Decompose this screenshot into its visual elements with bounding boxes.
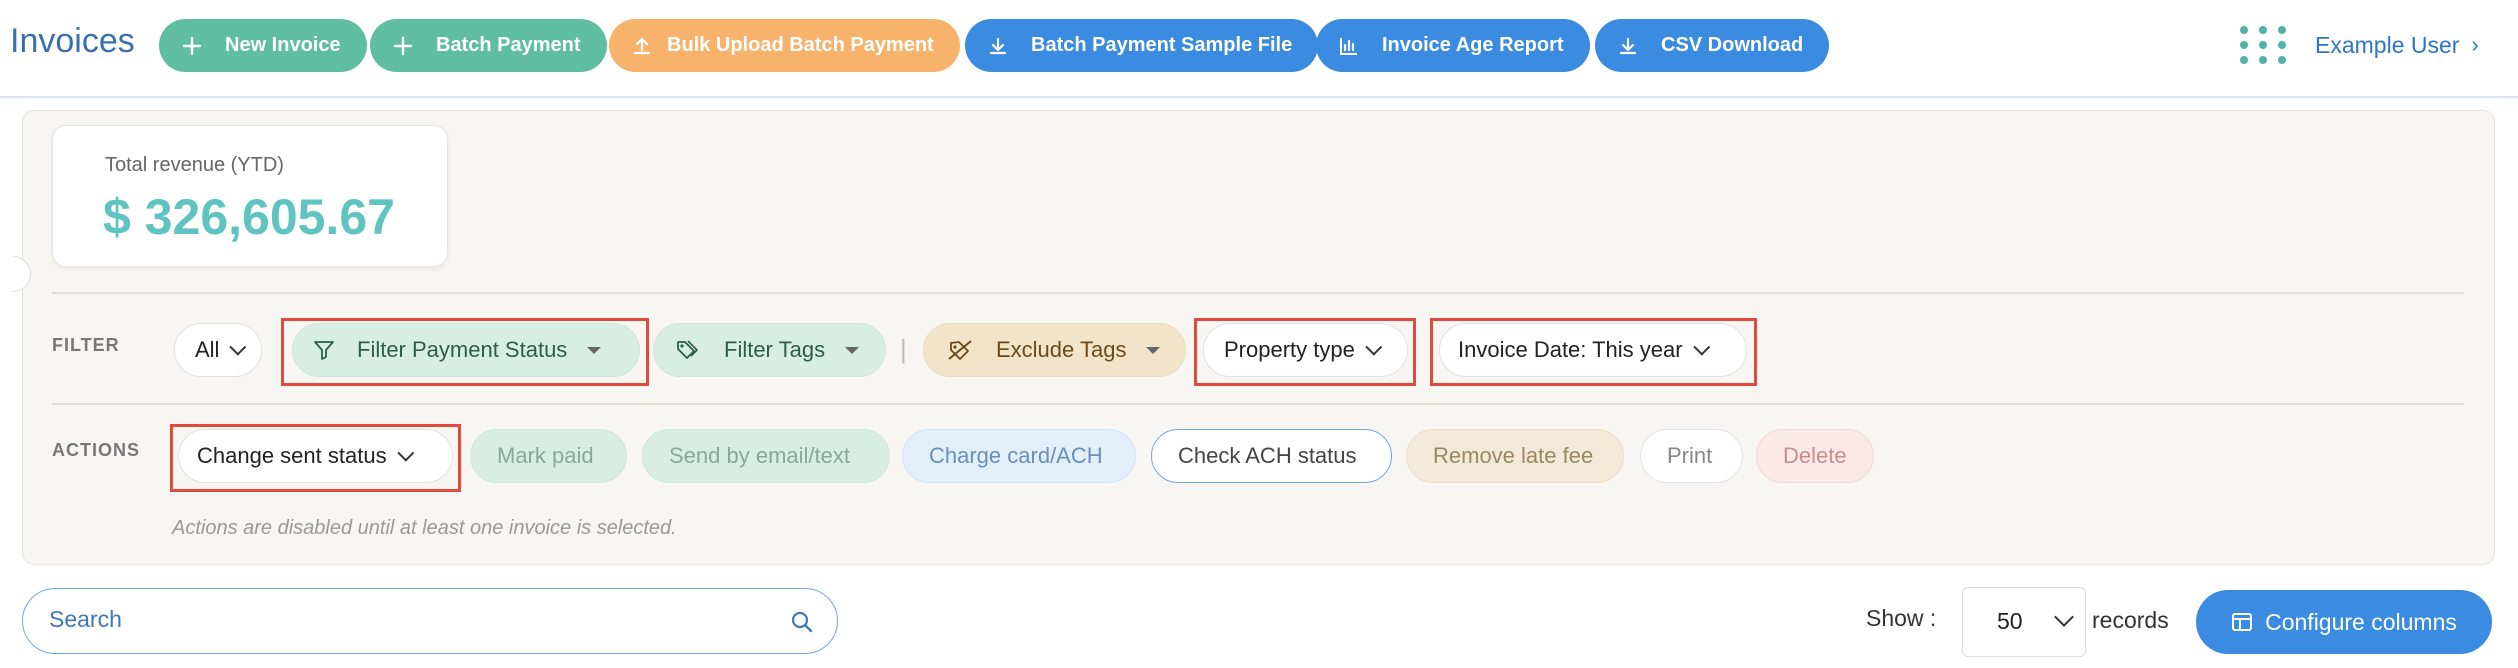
invoice-date-label: Invoice Date: This year <box>1458 337 1683 362</box>
separator: | <box>900 334 907 364</box>
age-report-button[interactable]: Invoice Age Report <box>1316 19 1590 72</box>
search-input[interactable] <box>49 606 749 633</box>
configure-columns-label: Configure columns <box>2265 608 2457 635</box>
chevron-down-icon <box>396 444 414 462</box>
plus-icon <box>181 35 203 57</box>
actions-disabled-note: Actions are disabled until at least one … <box>172 517 677 539</box>
user-menu[interactable]: Example User › <box>2235 20 2479 70</box>
exclude-tags-label: Exclude Tags <box>996 337 1127 362</box>
bulk-upload-label: Bulk Upload Batch Payment <box>667 34 934 56</box>
exclude-tags-dropdown[interactable]: Exclude Tags <box>923 323 1186 377</box>
remove-late-fee-label: Remove late fee <box>1433 443 1594 468</box>
chevron-down-icon <box>1692 338 1710 356</box>
property-type-dropdown[interactable]: Property type <box>1203 323 1408 377</box>
user-name[interactable]: Example User <box>2315 32 2459 59</box>
upload-icon <box>631 35 653 57</box>
remove-late-fee-button[interactable]: Remove late fee <box>1406 429 1624 483</box>
download-icon <box>987 35 1009 57</box>
caret-down-icon <box>587 346 602 354</box>
print-label: Print <box>1667 443 1713 468</box>
invoice-date-dropdown[interactable]: Invoice Date: This year <box>1439 323 1747 377</box>
send-email-button[interactable]: Send by email/text <box>642 429 890 483</box>
delete-button[interactable]: Delete <box>1756 429 1874 483</box>
filter-label: FILTER <box>52 335 120 355</box>
check-ach-status-button[interactable]: Check ACH status <box>1151 429 1392 483</box>
delete-label: Delete <box>1783 443 1847 468</box>
columns-icon <box>2231 611 2253 633</box>
filter-all-label: All <box>195 337 220 362</box>
configure-columns-button[interactable]: Configure columns <box>2196 590 2492 654</box>
divider <box>52 403 2464 405</box>
tags-icon <box>676 339 702 361</box>
mark-paid-button[interactable]: Mark paid <box>470 429 627 483</box>
change-sent-status-label: Change sent status <box>197 443 387 468</box>
page-title: Invoices <box>10 22 135 60</box>
filter-tags-label: Filter Tags <box>724 337 826 362</box>
property-type-label: Property type <box>1224 337 1355 362</box>
chevron-down-icon <box>2054 607 2074 627</box>
bar-chart-icon <box>1338 35 1360 57</box>
csv-download-button[interactable]: CSV Download <box>1595 19 1830 72</box>
search-icon[interactable] <box>789 609 815 635</box>
plus-icon <box>392 35 414 57</box>
side-toggle-tab[interactable] <box>13 256 31 292</box>
chevron-down-icon <box>229 338 247 356</box>
funnel-icon <box>313 339 335 361</box>
charge-card-button[interactable]: Charge card/ACH <box>902 429 1136 483</box>
filter-payment-status-label: Filter Payment Status <box>357 337 568 362</box>
age-report-label: Invoice Age Report <box>1382 34 1564 56</box>
top-header: Invoices New Invoice Batch Payment Bulk … <box>0 0 2518 98</box>
records-per-page-select[interactable]: 50 <box>1962 587 2086 657</box>
new-invoice-button[interactable]: New Invoice <box>159 19 367 72</box>
send-email-label: Send by email/text <box>669 443 850 468</box>
tag-slash-icon <box>948 339 974 361</box>
batch-payment-button[interactable]: Batch Payment <box>370 19 607 72</box>
batch-payment-label: Batch Payment <box>436 34 581 56</box>
filter-tags-dropdown[interactable]: Filter Tags <box>653 323 886 377</box>
revenue-card: Total revenue (YTD) $ 326,605.67 <box>52 125 448 267</box>
mark-paid-label: Mark paid <box>497 443 594 468</box>
download-icon <box>1617 35 1639 57</box>
sample-file-label: Batch Payment Sample File <box>1031 34 1293 56</box>
change-sent-status-dropdown[interactable]: Change sent status <box>178 429 453 483</box>
chevron-down-icon <box>1365 338 1383 356</box>
search-box[interactable] <box>22 588 838 654</box>
revenue-label: Total revenue (YTD) <box>105 154 284 176</box>
show-label: Show : <box>1866 605 1937 631</box>
caret-down-icon <box>1146 346 1161 354</box>
chevron-right-icon: › <box>2471 32 2479 57</box>
filter-all-dropdown[interactable]: All <box>174 323 263 377</box>
csv-download-label: CSV Download <box>1661 34 1804 56</box>
filter-payment-status-dropdown[interactable]: Filter Payment Status <box>292 323 640 377</box>
divider <box>52 292 2464 294</box>
records-label: records <box>2092 607 2169 633</box>
new-invoice-label: New Invoice <box>225 34 341 56</box>
charge-card-label: Charge card/ACH <box>929 443 1103 468</box>
print-button[interactable]: Print <box>1640 429 1743 483</box>
apps-grid-icon[interactable] <box>2235 22 2291 68</box>
bulk-upload-button[interactable]: Bulk Upload Batch Payment <box>609 19 960 72</box>
revenue-value: $ 326,605.67 <box>103 189 395 245</box>
records-per-page-value: 50 <box>1997 608 2023 634</box>
actions-label: ACTIONS <box>52 440 140 460</box>
check-ach-status-label: Check ACH status <box>1178 443 1357 468</box>
sample-file-button[interactable]: Batch Payment Sample File <box>965 19 1319 72</box>
caret-down-icon <box>845 346 860 354</box>
